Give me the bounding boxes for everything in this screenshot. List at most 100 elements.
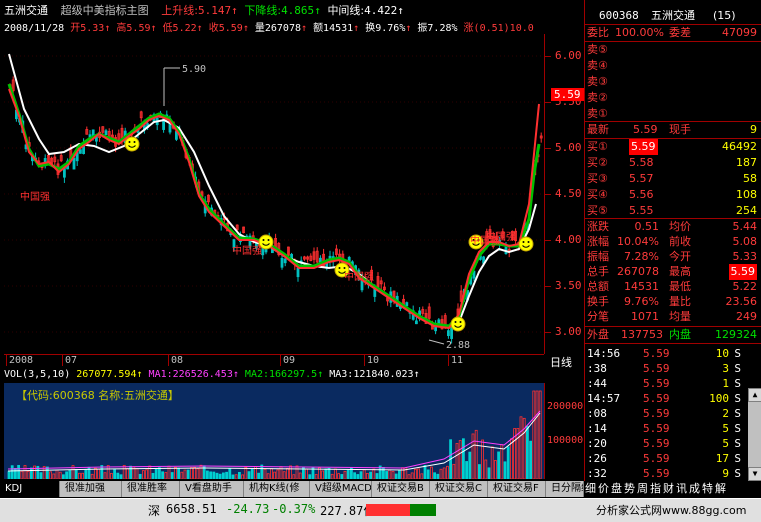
smiley-icon — [450, 316, 466, 332]
stat-label: 前收 — [669, 235, 691, 248]
volume-bar — [231, 474, 235, 479]
volume-bar — [81, 472, 84, 479]
vol-value: 267077.594 — [76, 369, 137, 380]
buy-level-volume: 108 — [736, 188, 757, 201]
volume-bar — [103, 472, 107, 479]
panel-tab[interactable]: 特 — [701, 481, 714, 497]
stat-value: 5.22 — [732, 280, 758, 293]
volume-bar — [529, 440, 532, 479]
indicator-tab[interactable]: V超级MACD — [310, 481, 372, 497]
volume-bar — [477, 464, 481, 479]
panel-tab[interactable]: 解 — [714, 481, 727, 497]
stat-value: 7.28% — [624, 250, 659, 263]
stat-row: 换手 9.76% 量比 23.56 — [585, 294, 761, 310]
panel-tab[interactable]: 指 — [649, 481, 662, 497]
indicator-tab[interactable]: 机构K线(修 — [244, 481, 310, 497]
indicator-tab[interactable]: 很准胜率 — [122, 481, 180, 497]
panel-tab[interactable]: 细 — [584, 481, 597, 497]
trade-side: S — [734, 422, 741, 435]
stock-name: 五洲交通 — [4, 4, 48, 17]
stat-value: 10.04% — [617, 235, 659, 248]
indicator-tab[interactable]: 日分隔线 — [546, 481, 584, 497]
price-tick-mark — [545, 194, 551, 195]
volume-bar — [113, 469, 116, 479]
volume-bar — [458, 440, 462, 479]
trade-side: S — [734, 407, 741, 420]
stat-label: 今开 — [669, 250, 691, 263]
scroll-down-icon[interactable]: ▼ — [748, 467, 761, 481]
stat-label: 最低 — [669, 280, 691, 293]
volume-bar — [247, 471, 251, 479]
info-change: 涨(0.51)10.0 — [463, 23, 534, 34]
volume-bar — [266, 473, 270, 479]
volume-bar — [340, 474, 344, 479]
volume-info-row: VOL(3,5,10) 267077.594↑ MA1:226526.453↑ … — [4, 369, 420, 380]
volume-bar — [452, 463, 456, 479]
volume-bar — [487, 467, 491, 479]
panel-tab[interactable]: 价 — [597, 481, 610, 497]
indicator-tab[interactable]: V看盘助手 — [180, 481, 244, 497]
smiley-icon — [124, 136, 140, 152]
volume-bar — [359, 471, 363, 479]
indicator-tab[interactable]: KDJ — [0, 481, 60, 497]
indicator-tab[interactable]: 权证交易C — [430, 481, 488, 497]
volume-bar — [164, 472, 168, 479]
volume-bar — [429, 466, 433, 479]
volume-bar — [333, 468, 337, 479]
volume-bar — [241, 474, 245, 479]
volume-bar — [346, 469, 350, 479]
stat-row: 涨幅 10.04% 前收 5.08 — [585, 234, 761, 250]
info-turnover: 换9.76% — [365, 23, 406, 34]
kline-chart[interactable]: 中国强中国强中国强中国强中国强 5.90 2.88 — [4, 34, 544, 354]
info-high: 高5.59 — [116, 23, 151, 34]
ma3-value: 121840.023 — [353, 369, 414, 380]
volume-bar — [148, 465, 152, 479]
period-label[interactable]: 日线 — [550, 354, 572, 370]
indicator-name[interactable]: 超级中美指标主图 — [61, 4, 149, 17]
volume-bar — [170, 472, 174, 479]
outer-label: 外盘 — [587, 328, 609, 341]
volume-bar — [138, 473, 142, 479]
info-volume: 量267078 — [254, 23, 301, 34]
volume-bar — [388, 469, 392, 479]
volume-bar — [193, 466, 197, 479]
volume-bar — [295, 465, 299, 479]
scroll-up-icon[interactable]: ▲ — [748, 388, 761, 402]
volume-bar — [484, 459, 488, 479]
indicator-tab[interactable]: 权证交易B — [372, 481, 430, 497]
volume-bar — [375, 473, 379, 479]
panel-tab[interactable]: 讯 — [675, 481, 688, 497]
buy-level-row: 买④ 5.56 108 — [585, 187, 761, 203]
volume-bar — [436, 473, 440, 479]
trade-row: :20 5.59 5 S — [585, 436, 761, 452]
volume-bars — [7, 390, 542, 479]
panel-tab[interactable]: 财 — [662, 481, 675, 497]
volume-bar — [519, 416, 523, 479]
stat-value: 14531 — [624, 280, 659, 293]
date-tick: 07 — [62, 355, 77, 366]
panel-tab[interactable]: 成 — [688, 481, 701, 497]
volume-chart[interactable]: 【代码:600368 名称:五洲交通】 — [4, 383, 544, 479]
website-link[interactable]: 分析家公式网www.88gg.com — [596, 502, 746, 518]
vol-label: VOL(3,5,10) — [4, 369, 71, 380]
volume-bar — [535, 390, 539, 479]
trade-time: 14:57 — [587, 392, 621, 405]
candle-body — [296, 267, 300, 278]
panel-tab[interactable]: 势 — [623, 481, 636, 497]
indicator-tab[interactable]: 权证交易F — [488, 481, 546, 497]
upline-label: 上升线: — [161, 4, 198, 17]
panel-tab[interactable]: 盘 — [610, 481, 623, 497]
panel-tab[interactable]: 周 — [636, 481, 649, 497]
info-amount: 额14531 — [313, 23, 354, 34]
panel-tab-bar: 细价盘势周指财讯成特解 — [584, 481, 761, 497]
volume-bar — [260, 464, 264, 479]
price-tick: 3.50 — [555, 279, 582, 292]
volume-bar — [177, 467, 181, 479]
indicator-tab[interactable]: 很准加强 — [60, 481, 122, 497]
trade-scrollbar[interactable]: ▲ ▼ — [748, 388, 761, 481]
hand-value: 9 — [750, 123, 757, 136]
buy-level-price: 5.58 — [629, 156, 654, 169]
volume-bar — [506, 446, 510, 479]
sell-level-label: 卖② — [587, 91, 608, 104]
trade-side: S — [734, 377, 741, 390]
